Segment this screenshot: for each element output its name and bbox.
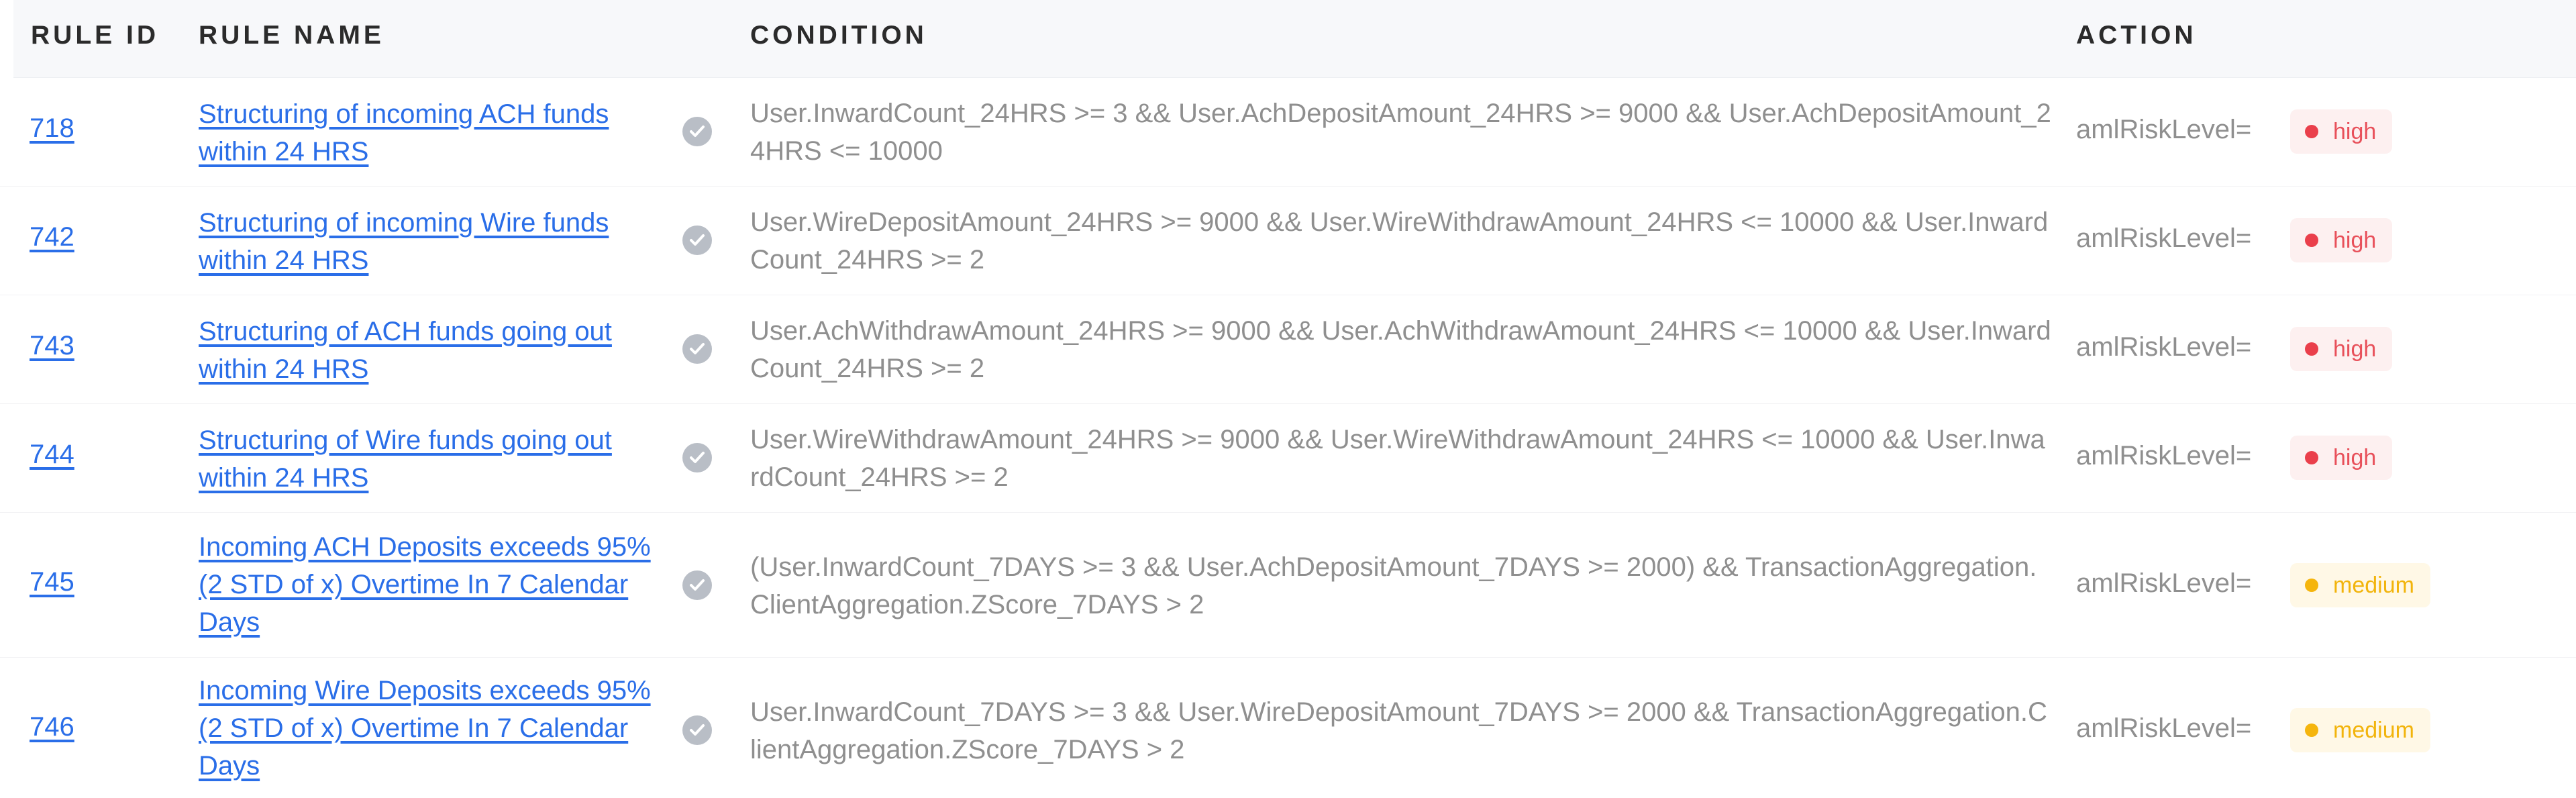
rule-condition: User.AchWithdrawAmount_24HRS >= 9000 && …: [750, 316, 2051, 383]
table-row: 718 Structuring of incoming ACH funds wi…: [0, 77, 2576, 187]
action-label: amlRiskLevel=: [2076, 713, 2252, 743]
rule-name-link[interactable]: Incoming Wire Deposits exceeds 95%(2 STD…: [199, 672, 662, 785]
risk-level-text: high: [2333, 118, 2377, 144]
risk-level-text: medium: [2333, 717, 2414, 743]
action-label: amlRiskLevel=: [2076, 332, 2252, 362]
status-dot-icon: [2305, 125, 2318, 138]
risk-level-text: high: [2333, 227, 2377, 253]
table-header: RULE ID RULE NAME CONDITION ACTION: [13, 0, 2576, 78]
table-row: 743 Structuring of ACH funds going out w…: [0, 295, 2576, 404]
action-label: amlRiskLevel=: [2076, 115, 2252, 144]
check-circle-icon: [682, 226, 712, 255]
risk-level-badge: medium: [2290, 563, 2430, 607]
risk-level-badge: medium: [2290, 708, 2430, 752]
rule-id-link[interactable]: 745: [30, 567, 74, 597]
risk-level-text: high: [2333, 336, 2377, 362]
status-dot-icon: [2305, 234, 2318, 247]
rule-condition: User.InwardCount_24HRS >= 3 && User.AchD…: [750, 99, 2051, 166]
action-label: amlRiskLevel=: [2076, 441, 2252, 470]
rule-name-link[interactable]: Structuring of Wire funds going out with…: [199, 421, 662, 497]
rule-id-link[interactable]: 718: [30, 113, 74, 144]
header-rule-name: RULE NAME: [199, 21, 384, 50]
header-rule-id: RULE ID: [31, 21, 159, 50]
rule-condition: (User.InwardCount_7DAYS >= 3 && User.Ach…: [750, 552, 2037, 619]
table-row: 742 Structuring of incoming Wire funds w…: [0, 186, 2576, 295]
check-circle-icon: [682, 443, 712, 472]
rule-condition: User.WireDepositAmount_24HRS >= 9000 && …: [750, 207, 2049, 275]
check-circle-icon: [682, 570, 712, 600]
check-circle-icon: [682, 117, 712, 146]
table-row: 744 Structuring of Wire funds going out …: [0, 403, 2576, 513]
risk-level-text: high: [2333, 444, 2377, 470]
action-label: amlRiskLevel=: [2076, 568, 2252, 598]
check-circle-icon: [682, 715, 712, 745]
rule-id-link[interactable]: 742: [30, 222, 74, 252]
risk-level-badge: high: [2290, 109, 2393, 154]
rule-id-link[interactable]: 746: [30, 712, 74, 742]
status-dot-icon: [2305, 342, 2318, 356]
rule-name-link[interactable]: Structuring of incoming Wire funds withi…: [199, 204, 662, 279]
header-condition: CONDITION: [750, 21, 927, 50]
rule-id-link[interactable]: 743: [30, 331, 74, 361]
risk-level-badge: high: [2290, 436, 2393, 480]
risk-level-text: medium: [2333, 572, 2414, 598]
status-dot-icon: [2305, 579, 2318, 592]
status-dot-icon: [2305, 724, 2318, 737]
table-row: 746 Incoming Wire Deposits exceeds 95%(2…: [0, 657, 2576, 798]
rule-id-link[interactable]: 744: [30, 440, 74, 470]
table-row: 745 Incoming ACH Deposits exceeds 95%(2 …: [0, 512, 2576, 658]
rule-name-link[interactable]: Structuring of incoming ACH funds within…: [199, 95, 662, 170]
risk-level-badge: high: [2290, 218, 2393, 262]
check-circle-icon: [682, 334, 712, 364]
action-label: amlRiskLevel=: [2076, 223, 2252, 253]
risk-level-badge: high: [2290, 327, 2393, 371]
rule-name-link[interactable]: Structuring of ACH funds going out withi…: [199, 313, 662, 388]
rule-name-link[interactable]: Incoming ACH Deposits exceeds 95%(2 STD …: [199, 528, 662, 641]
status-dot-icon: [2305, 451, 2318, 464]
rule-condition: User.WireWithdrawAmount_24HRS >= 9000 &&…: [750, 425, 2045, 492]
rule-condition: User.InwardCount_7DAYS >= 3 && User.Wire…: [750, 697, 2047, 764]
rules-table: RULE ID RULE NAME CONDITION ACTION 718 S…: [0, 0, 2576, 798]
header-action: ACTION: [2076, 21, 2197, 50]
